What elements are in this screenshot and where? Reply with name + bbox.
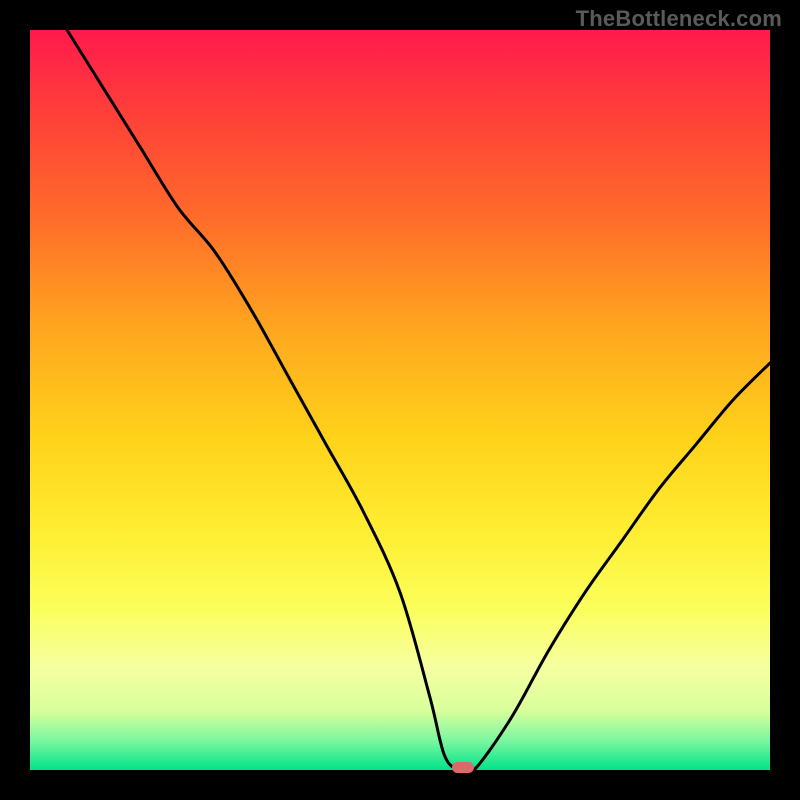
watermark-text: TheBottleneck.com [576, 6, 782, 32]
plot-area [30, 30, 770, 770]
curve-svg [30, 30, 770, 770]
chart-container: TheBottleneck.com [0, 0, 800, 800]
bottleneck-curve [67, 30, 770, 770]
optimum-marker [452, 762, 474, 773]
